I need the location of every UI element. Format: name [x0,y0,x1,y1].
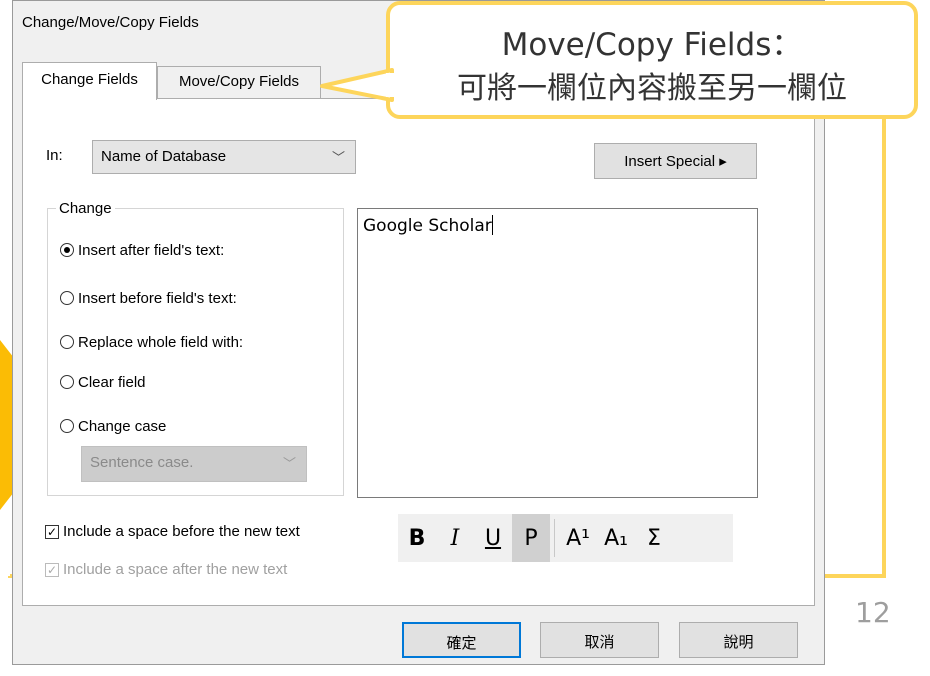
format-toolbar: B I U P A¹ A₁ Σ [398,514,733,562]
radio-change-case[interactable]: Change case [60,416,166,436]
plain-button[interactable]: P [512,514,550,562]
radio-change-case-label: Change case [78,417,167,435]
italic-button[interactable]: I [436,514,474,562]
checkbox-space-after[interactable]: ✓ Include a space after the new text [45,561,287,578]
radio-unselected-icon [60,335,74,349]
annotation-callout: Move/Copy Fields： 可將一欄位內容搬至另一欄位 [386,1,918,119]
radio-clear-field-label: Clear field [78,373,146,391]
help-button[interactable]: 說明 [679,622,798,658]
chevron-down-icon: ﹀ [282,456,296,471]
case-select[interactable]: Sentence case. ﹀ [81,446,307,482]
cancel-button[interactable]: 取消 [540,622,659,658]
radio-insert-before[interactable]: Insert before field's text: [60,288,237,308]
checkmark-icon: ✓ [45,524,59,539]
new-text-value: Google Scholar [363,216,492,236]
case-select-value: Sentence case. [90,454,194,471]
tab-change-fields[interactable]: Change Fields [22,62,157,100]
annotation-description: 可將一欄位內容搬至另一欄位 [457,71,847,106]
annotation-title: Move/Copy Fields： [501,27,803,63]
radio-insert-after-label: Insert after field's text: [78,241,225,259]
radio-insert-before-label: Insert before field's text: [78,289,237,307]
bold-button[interactable]: B [398,514,436,562]
toolbar-divider [554,519,555,557]
field-select[interactable]: Name of Database ﹀ [92,140,356,174]
field-select-value: Name of Database [101,148,227,165]
chevron-down-icon: ﹀ [331,150,345,165]
tab-move-copy-fields[interactable]: Move/Copy Fields [157,66,321,98]
dialog-title: Change/Move/Copy Fields [22,14,199,31]
superscript-button[interactable]: A¹ [559,514,597,562]
ok-button[interactable]: 確定 [402,622,521,658]
checkmark-icon: ✓ [45,562,59,577]
checkbox-space-before[interactable]: ✓ Include a space before the new text [45,523,300,540]
radio-selected-icon [60,243,74,257]
radio-unselected-icon [60,419,74,433]
radio-insert-after[interactable]: Insert after field's text: [60,240,224,260]
checkbox-space-after-label: Include a space after the new text [63,561,288,578]
radio-unselected-icon [60,375,74,389]
in-label: In: [46,147,63,164]
text-caret [491,215,493,235]
radio-replace-whole-label: Replace whole field with: [78,333,244,351]
symbol-button[interactable]: Σ [635,514,673,562]
insert-special-button[interactable]: Insert Special ▸ [594,143,757,179]
new-text-input[interactable]: Google Scholar [357,208,758,498]
radio-replace-whole[interactable]: Replace whole field with: [60,332,243,352]
radio-unselected-icon [60,291,74,305]
checkbox-space-before-label: Include a space before the new text [63,523,300,540]
radio-clear-field[interactable]: Clear field [60,372,146,392]
underline-button[interactable]: U [474,514,512,562]
change-group-title: Change [56,200,115,217]
subscript-button[interactable]: A₁ [597,514,635,562]
slide-page-number: 12 [855,596,891,629]
